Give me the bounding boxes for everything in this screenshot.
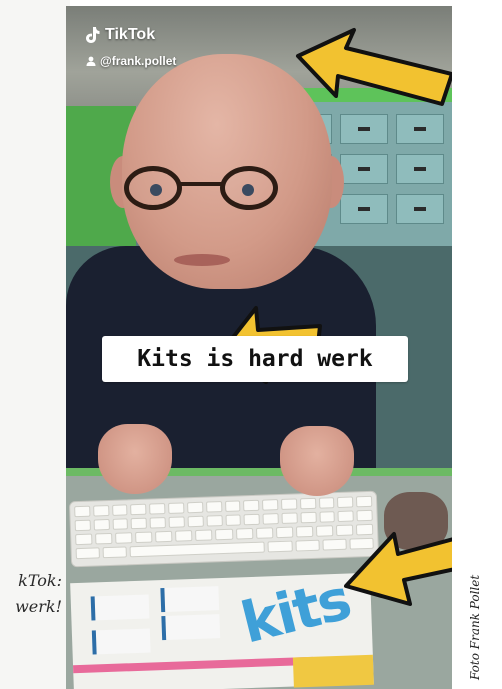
key [225, 514, 242, 526]
key [243, 513, 260, 526]
person-mouth [174, 254, 230, 266]
key [255, 527, 273, 539]
person-glasses [124, 166, 280, 214]
key [205, 501, 222, 513]
person-icon [86, 56, 96, 66]
brochure-yellow-block [292, 654, 374, 688]
key [224, 500, 241, 512]
person-hand-right [280, 426, 354, 496]
eye-left [150, 184, 162, 196]
brochure-card [91, 628, 151, 655]
key [129, 541, 266, 558]
key [92, 505, 110, 517]
arrow-top-icon [296, 28, 452, 106]
key [175, 530, 193, 542]
key [337, 496, 354, 509]
key [195, 529, 213, 541]
article-side-caption: kTok: werk! [0, 568, 62, 620]
key [74, 505, 91, 518]
side-caption-line-2: werk! [15, 597, 62, 616]
key [275, 526, 294, 539]
arrow-bottom-icon [344, 532, 452, 606]
key [168, 516, 185, 528]
key [186, 501, 204, 514]
brochure-strip [73, 656, 314, 674]
key [318, 497, 335, 509]
key [102, 546, 128, 559]
key [74, 519, 91, 532]
tiktok-note-icon [86, 27, 100, 43]
keyboard [68, 490, 380, 568]
key [75, 533, 93, 546]
key [112, 518, 129, 530]
key [267, 540, 293, 553]
tiktok-username-label: @frank.pollet [100, 54, 177, 68]
key [135, 531, 153, 544]
key [95, 532, 113, 545]
tiktok-brand-label: TikTok [105, 26, 156, 43]
tiktok-video-frame[interactable]: kits Kits is hard werk TikTok @frank.pol… [66, 6, 452, 689]
brochure-card [160, 586, 220, 613]
key [187, 515, 204, 528]
key [299, 497, 316, 510]
key [262, 513, 279, 525]
key [149, 503, 166, 515]
key [111, 504, 128, 516]
key [75, 547, 101, 560]
tiktok-brand[interactable]: TikTok [84, 26, 155, 44]
tiktok-username[interactable]: @frank.pollet [86, 54, 176, 68]
key [206, 515, 223, 527]
eye-right [242, 184, 254, 196]
person-hand-left [98, 424, 172, 494]
cabinet-drawer [396, 194, 444, 224]
key [294, 539, 320, 552]
key [300, 511, 317, 524]
key [130, 503, 147, 516]
key [149, 517, 166, 529]
brochure-card [161, 614, 221, 641]
key [215, 528, 233, 541]
key [262, 499, 279, 511]
key [243, 499, 260, 512]
kits-logo: kits [235, 567, 357, 657]
key [131, 517, 148, 530]
key [93, 519, 110, 531]
glasses-bridge [180, 182, 222, 186]
key [315, 525, 334, 537]
key [280, 498, 298, 510]
key [281, 512, 298, 524]
cabinet-drawer [340, 154, 388, 184]
kits-brochure: kits [70, 567, 374, 689]
cabinet-drawer [396, 154, 444, 184]
key [356, 495, 373, 508]
brochure-card [90, 594, 150, 621]
video-caption: Kits is hard werk [102, 336, 408, 382]
photo-credit: Foto Frank Pollet [468, 574, 482, 680]
key [168, 502, 185, 514]
key [155, 530, 173, 543]
key [235, 528, 253, 540]
cabinet-drawer [340, 194, 388, 224]
key [115, 532, 133, 544]
key [319, 511, 336, 523]
side-caption-line-1: kTok: [18, 571, 62, 590]
key [295, 525, 314, 538]
